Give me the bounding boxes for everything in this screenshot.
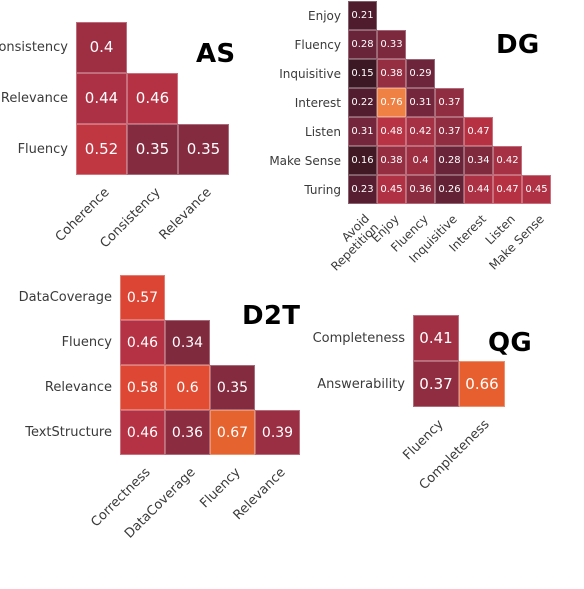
heatmap-cell: 0.29 <box>406 59 435 88</box>
heatmap-y-label: DataCoverage <box>18 290 112 305</box>
heatmap-y-label: Inquisitive <box>279 66 341 81</box>
heatmap-cell: 0.4 <box>406 146 435 175</box>
heatmap-cell: 0.31 <box>406 88 435 117</box>
heatmap-cell: 0.58 <box>120 365 165 410</box>
heatmap-cell: 0.44 <box>464 175 493 204</box>
heatmap-cell: 0.37 <box>435 88 464 117</box>
heatmap-cell: 0.31 <box>348 117 377 146</box>
heatmap-cell: 0.4 <box>76 22 127 73</box>
heatmap-cell: 0.37 <box>435 117 464 146</box>
heatmap-y-label: Turing <box>304 182 341 197</box>
heatmap-cell: 0.46 <box>120 410 165 455</box>
heatmap-cell: 0.52 <box>76 124 127 175</box>
heatmap-y-label: Interest <box>294 95 341 110</box>
heatmap-cell: 0.46 <box>120 320 165 365</box>
heatmap-cell: 0.37 <box>413 361 459 407</box>
heatmap-y-label: Relevance <box>0 91 68 106</box>
heatmap-cell: 0.47 <box>464 117 493 146</box>
heatmap-cell: 0.41 <box>413 315 459 361</box>
heatmap-y-label: Answerability <box>317 376 405 392</box>
heatmap-cell: 0.21 <box>348 1 377 30</box>
heatmap-cell: 0.38 <box>377 59 406 88</box>
heatmap-y-label: Fluency <box>17 142 68 157</box>
heatmap-cell: 0.28 <box>348 30 377 59</box>
heatmap-y-label: Make Sense <box>269 153 341 168</box>
heatmap-cell: 0.57 <box>120 275 165 320</box>
heatmap-grid-dg: 0.21 0.28 0.33 0.15 0.38 0.29 0.22 0.76 0.31 0.37… <box>269 1 551 273</box>
heatmap-y-label: Relevance <box>44 380 112 395</box>
heatmap-cell: 0.22 <box>348 88 377 117</box>
heatmap-cell: 0.36 <box>406 175 435 204</box>
heatmap-cell: 0.36 <box>165 410 210 455</box>
heatmap-y-label: Listen <box>305 124 341 139</box>
heatmap-cell: 0.28 <box>435 146 464 175</box>
heatmap-cell: 0.44 <box>76 73 127 124</box>
heatmap-y-label: TextStructure <box>25 425 112 440</box>
heatmap-y-label: Consistency <box>0 40 68 55</box>
heatmap-cell: 0.47 <box>493 175 522 204</box>
heatmap-grid-qg: 0.41 0.37 0.66 Completeness Answerability Flu… <box>313 315 505 493</box>
heatmap-cell: 0.45 <box>377 175 406 204</box>
heatmap-cell: 0.34 <box>165 320 210 365</box>
heatmap-cell: 0.26 <box>435 175 464 204</box>
heatmap-y-label: Fluency <box>294 37 341 52</box>
heatmap-panel-qg: QG 0.41 0.37 0.66 Completeness Answerability… <box>292 300 584 518</box>
heatmap-y-label: Fluency <box>61 335 112 350</box>
heatmap-cell: 0.6 <box>165 365 210 410</box>
heatmap-cell: 0.76 <box>377 88 406 117</box>
heatmap-cell: 0.23 <box>348 175 377 204</box>
heatmap-y-label: Enjoy <box>308 8 341 23</box>
heatmap-cell: 0.66 <box>459 361 505 407</box>
heatmap-cell: 0.34 <box>464 146 493 175</box>
heatmap-cell: 0.42 <box>493 146 522 175</box>
heatmap-cell: 0.38 <box>377 146 406 175</box>
heatmap-cell: 0.42 <box>406 117 435 146</box>
heatmap-cell: 0.33 <box>377 30 406 59</box>
heatmap-cell: 0.48 <box>377 117 406 146</box>
heatmap-panel-dg: DG 0.21 0.28 0.33 0.15 0.38 0.29 0.22 0.76 0.31 0… <box>269 0 584 292</box>
heatmap-cell: 0.16 <box>348 146 377 175</box>
heatmap-cell: 0.45 <box>522 175 551 204</box>
heatmap-cell: 0.15 <box>348 59 377 88</box>
heatmap-y-label: Completeness <box>312 330 405 346</box>
heatmap-cell: 0.67 <box>210 410 255 455</box>
